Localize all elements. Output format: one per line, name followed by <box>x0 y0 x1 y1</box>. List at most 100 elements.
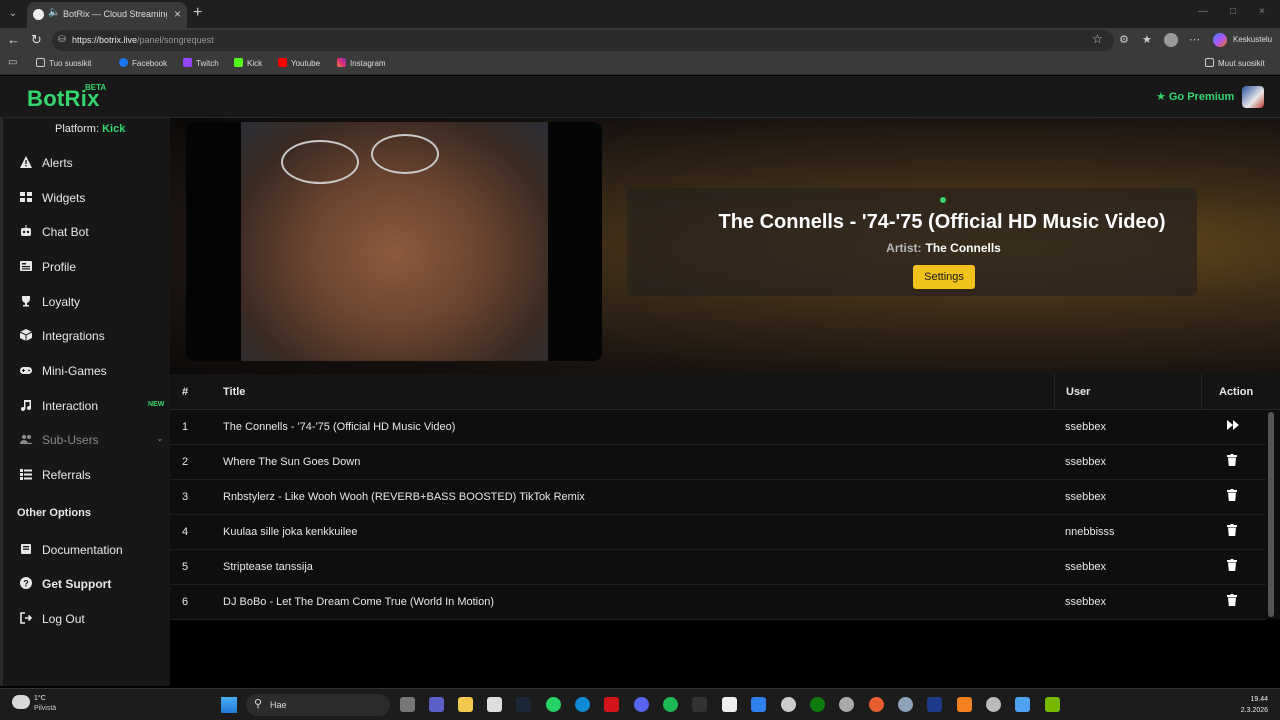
settings-button[interactable]: Settings <box>913 265 975 289</box>
cloud-icon[interactable] <box>12 695 30 709</box>
table-row[interactable]: 6 DJ BoBo - Let The Dream Come True (Worl… <box>170 585 1266 620</box>
windows-start-icon[interactable] <box>221 697 237 713</box>
go-premium-button[interactable]: ★ Go Premium <box>1156 90 1234 103</box>
table-row[interactable]: 4 Kuulaa sille joka kenkkuilee nnebbisss <box>170 515 1266 550</box>
minimize-icon[interactable]: — <box>1198 6 1208 17</box>
table-row[interactable]: 2 Where The Sun Goes Down ssebbex <box>170 445 1266 480</box>
now-playing-title: The Connells - '74-'75 (Official HD Musi… <box>718 211 1166 233</box>
steelseries-icon[interactable] <box>986 697 1001 712</box>
trash-icon[interactable] <box>1227 454 1237 469</box>
sidebar-item-documentation[interactable]: Documentation <box>17 540 167 560</box>
file-explorer-icon[interactable] <box>458 697 473 712</box>
refresh-icon[interactable]: ↻ <box>31 32 42 48</box>
sidebar-item-alerts[interactable]: Alerts <box>17 153 167 173</box>
sidebar-item-chat-bot[interactable]: Chat Bot <box>17 222 167 242</box>
mail-icon[interactable] <box>751 697 766 712</box>
sidebar-item-sub-users[interactable]: Sub-Users ⌄ <box>17 430 167 450</box>
weather-temperature[interactable]: 1°C <box>34 695 46 702</box>
song-title: Striptease tanssija <box>223 561 313 573</box>
table-row[interactable]: 5 Striptease tanssija ssebbex <box>170 550 1266 585</box>
app-header: BotRix BETA ★ Go Premium <box>0 76 1280 118</box>
url-bar[interactable]: ⛁ https://botrix.live/panel/songrequest <box>52 30 1114 51</box>
browser-tab[interactable]: 🔈 BotRix — Cloud Streaming Bot × <box>27 2 187 28</box>
system-settings-icon[interactable] <box>898 697 913 712</box>
sidebar-item-profile[interactable]: Profile <box>17 257 167 277</box>
favorite-star-icon[interactable]: ☆ <box>1092 32 1103 46</box>
whatsapp-icon[interactable] <box>546 697 561 712</box>
snipping-tool-icon[interactable] <box>1015 697 1030 712</box>
edge-icon[interactable] <box>575 697 590 712</box>
bookmark-youtube[interactable]: Youtube <box>278 58 320 68</box>
bookmark-import[interactable]: Tuo suosikit <box>36 58 91 68</box>
copilot-icon[interactable] <box>1213 33 1227 47</box>
chevron-down-icon[interactable]: ⌄ <box>156 433 164 444</box>
requested-by-user: ssebbex <box>1065 491 1106 503</box>
trash-icon[interactable] <box>1227 594 1237 609</box>
back-icon[interactable]: ← <box>7 32 20 48</box>
extensions-icon[interactable]: ⚙ <box>1119 33 1129 46</box>
lol-icon[interactable] <box>604 697 619 712</box>
table-row[interactable]: 1 The Connells - '74-'75 (Official HD Mus… <box>170 410 1266 445</box>
more-icon[interactable]: ⋯ <box>1189 33 1200 46</box>
bookmark-other[interactable]: Muut suosikit <box>1205 58 1265 68</box>
column-divider <box>1201 374 1202 410</box>
restore-icon[interactable]: □ <box>1230 6 1236 17</box>
sidebar-toggle-icon[interactable]: ▭ <box>8 57 17 68</box>
taskbar-search[interactable]: ⚲ Hae <box>246 694 390 716</box>
trash-icon[interactable] <box>1227 559 1237 574</box>
song-title: DJ BoBo - Let The Dream Come True (World… <box>223 596 495 608</box>
speaker-icon[interactable]: 🔈 <box>48 7 60 18</box>
weather-description[interactable]: Pilvistä <box>34 705 56 712</box>
app-icon[interactable] <box>927 697 942 712</box>
task-view-icon[interactable] <box>400 697 415 712</box>
table-scrollbar[interactable] <box>1268 412 1274 617</box>
url-text[interactable]: https://botrix.live/panel/songrequest <box>72 35 214 45</box>
steam-icon[interactable] <box>516 697 531 712</box>
bookmark-facebook[interactable]: Facebook <box>119 58 167 68</box>
sidebar-item-log-out[interactable]: Log Out <box>17 609 167 629</box>
new-tab-icon[interactable]: + <box>193 5 202 21</box>
sidebar-item-get-support[interactable]: ? Get Support <box>17 574 167 594</box>
g-hub-icon[interactable] <box>692 697 707 712</box>
trash-icon[interactable] <box>1227 524 1237 539</box>
row-number: 3 <box>182 491 189 503</box>
now-playing-artist: Artist: The Connells <box>886 241 1001 255</box>
notepad-icon[interactable] <box>722 697 737 712</box>
sidebar-item-mini-games[interactable]: Mini-Games <box>17 361 167 381</box>
bookmark-twitch[interactable]: Twitch <box>183 58 219 68</box>
teams-icon[interactable] <box>429 697 444 712</box>
discord-icon[interactable] <box>634 697 649 712</box>
table-row[interactable]: 3 Rnbstylerz - Like Wooh Wooh (REVERB+BAS… <box>170 480 1266 515</box>
avatar[interactable] <box>1242 86 1264 108</box>
video-player[interactable] <box>186 122 602 361</box>
spotify-icon[interactable] <box>663 697 678 712</box>
nvidia-icon[interactable] <box>1045 697 1060 712</box>
copilot-label[interactable]: Keskustelu <box>1233 35 1272 44</box>
xbox-icon[interactable] <box>810 697 825 712</box>
profile-icon[interactable] <box>1164 33 1178 47</box>
brave-icon[interactable] <box>869 697 884 712</box>
close-window-icon[interactable]: × <box>1259 6 1265 17</box>
trash-icon[interactable] <box>1227 489 1237 504</box>
store-icon[interactable] <box>487 697 502 712</box>
sidebar-item-widgets[interactable]: Widgets <box>17 188 167 208</box>
close-tab-icon[interactable]: × <box>174 7 181 21</box>
row-number: 1 <box>182 421 189 433</box>
bookmark-instagram[interactable]: Instagram <box>337 58 386 68</box>
scrollbar-thumb[interactable] <box>1268 412 1274 617</box>
browser-tab-bar: ⌄ 🔈 BotRix — Cloud Streaming Bot × + — □… <box>0 0 1280 28</box>
obs-icon[interactable] <box>839 697 854 712</box>
system-clock[interactable]: 19.44 2.3.2026 <box>1224 694 1268 716</box>
sidebar-item-interaction[interactable]: Interaction NEW <box>17 396 167 416</box>
favorites-icon[interactable]: ★ <box>1142 33 1152 46</box>
bookmark-kick[interactable]: Kick <box>234 58 262 68</box>
settings-gear-icon[interactable] <box>781 697 796 712</box>
sidebar-item-loyalty[interactable]: Loyalty <box>17 292 167 312</box>
vlc-icon[interactable] <box>957 697 972 712</box>
tab-actions-icon[interactable]: ⌄ <box>4 5 22 23</box>
table-header: # Title User Action <box>170 374 1280 410</box>
skip-icon[interactable] <box>1227 419 1239 433</box>
sidebar-item-integrations[interactable]: Integrations <box>17 326 167 346</box>
requested-by-user: ssebbex <box>1065 596 1106 608</box>
sidebar-item-referrals[interactable]: Referrals <box>17 465 167 485</box>
